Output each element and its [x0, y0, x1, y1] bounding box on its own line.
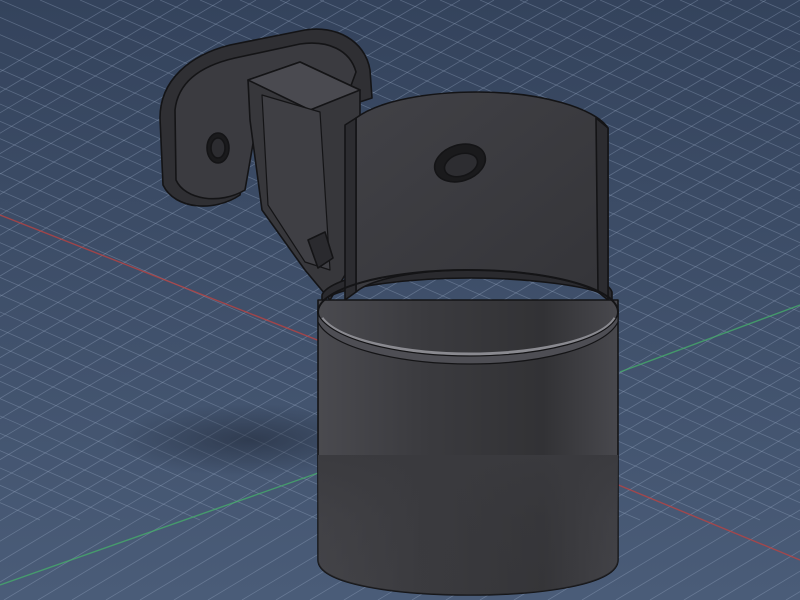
viewport-canvas[interactable]: [0, 0, 800, 600]
mounting-plate-left-edge: [344, 117, 357, 301]
mounting-plate[interactable]: [355, 91, 609, 301]
3d-viewport[interactable]: [0, 0, 800, 600]
flange-hole-rim: [210, 137, 226, 159]
clamp-cylinder-lower: [318, 455, 618, 595]
mounting-plate-edge: [595, 117, 609, 301]
